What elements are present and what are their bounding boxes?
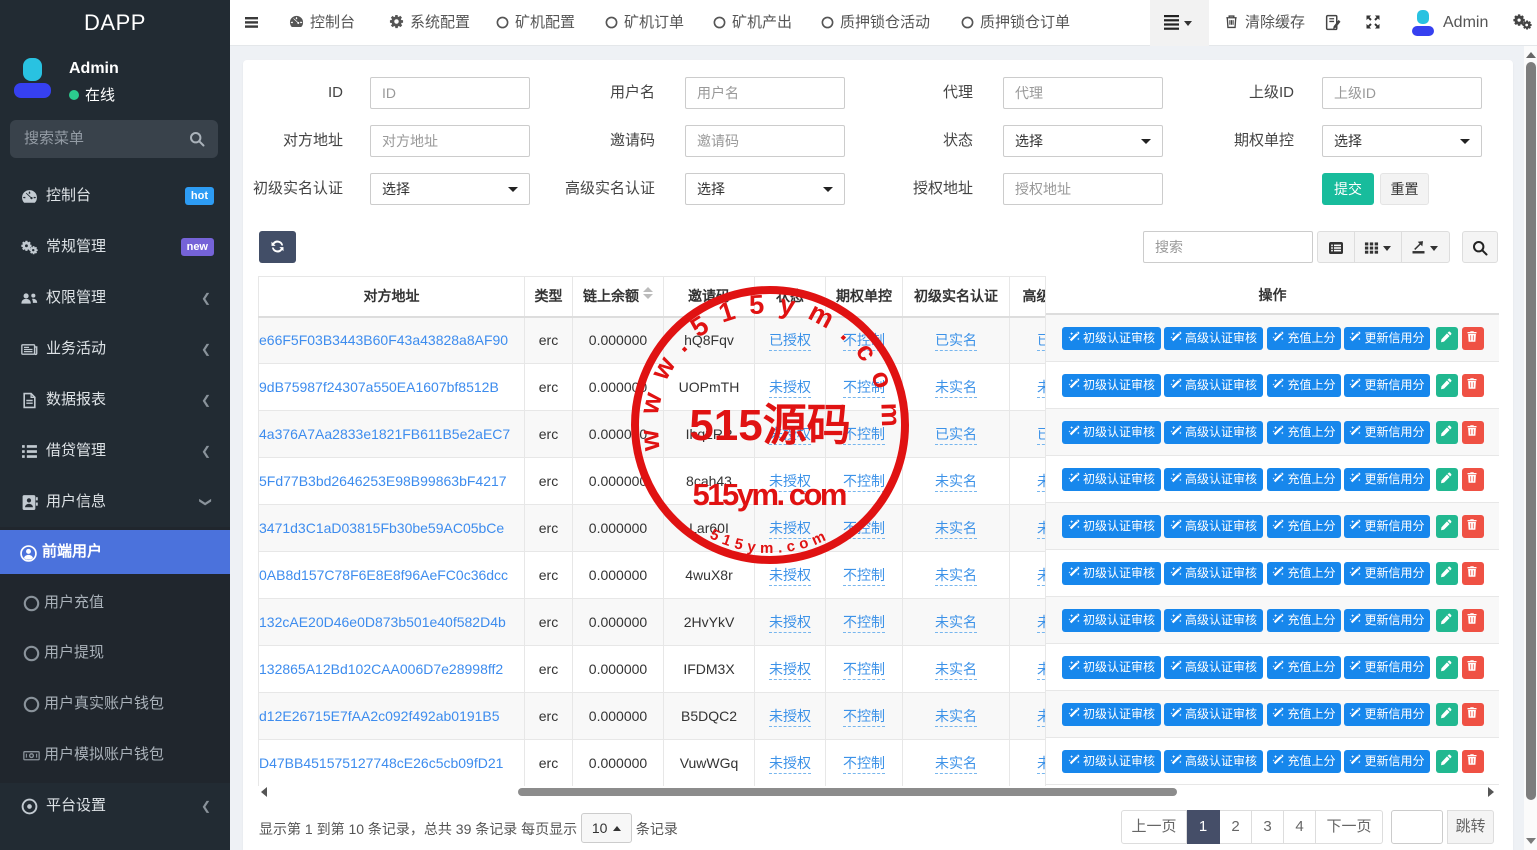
svg-text:515源码: 515源码 <box>689 401 850 450</box>
svg-text:515ym. com: 515ym. com <box>693 477 848 512</box>
